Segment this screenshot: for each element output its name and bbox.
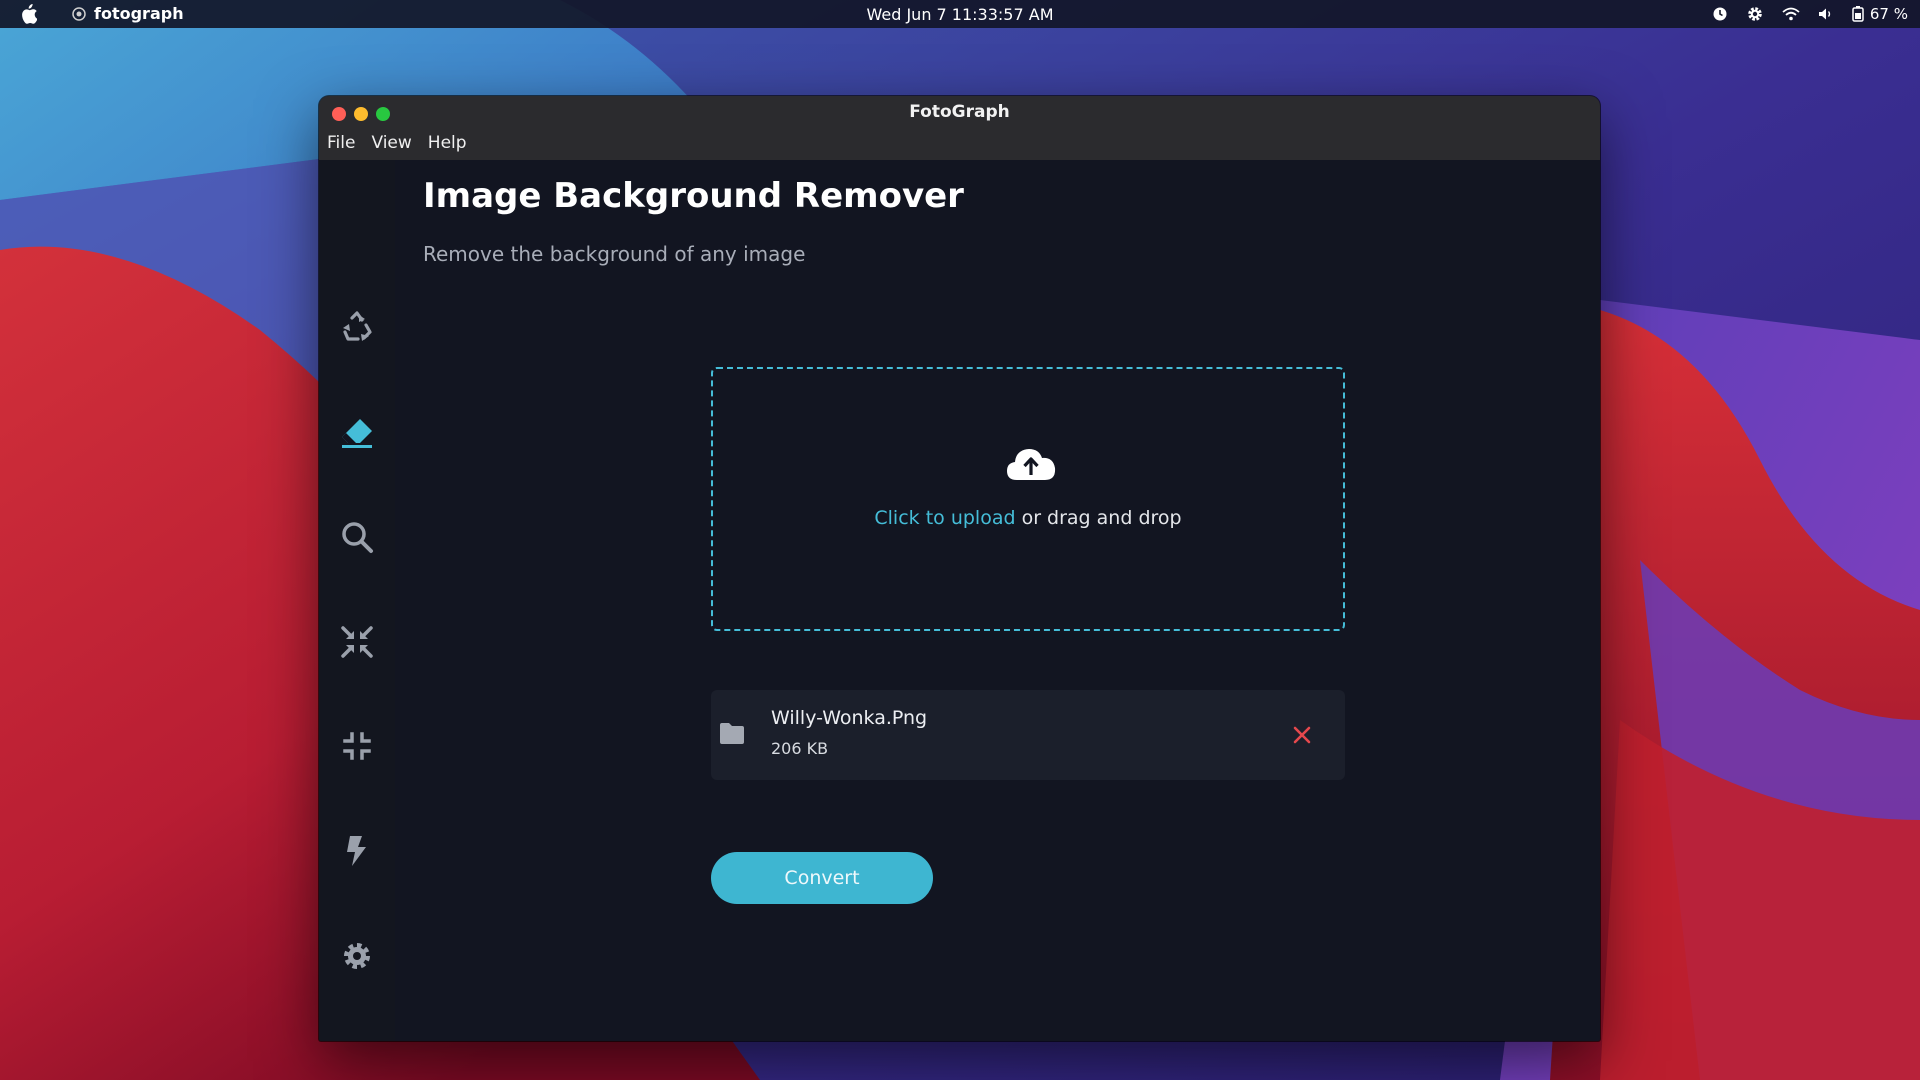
folder-icon (720, 723, 744, 744)
battery-percentage: 67 % (1869, 5, 1908, 23)
upload-instructions: Click to upload or drag and drop (713, 507, 1343, 529)
uploaded-file-card: Willy-Wonka.Png 206 KB (711, 690, 1345, 780)
wifi-icon[interactable] (1782, 7, 1800, 21)
sidebar-item-bolt[interactable] (337, 831, 377, 871)
system-menubar: fotograph Wed Jun 7 11:33:57 AM 67 % (0, 0, 1920, 28)
cloud-upload-icon (1007, 449, 1056, 480)
compress-icon (343, 732, 371, 760)
window-title: FotoGraph (909, 102, 1010, 122)
sidebar-item-eraser[interactable] (337, 412, 377, 452)
click-to-upload-link[interactable]: Click to upload (874, 507, 1015, 529)
sidebar-item-compress[interactable] (337, 726, 377, 766)
file-name: Willy-Wonka.Png (771, 707, 928, 729)
sidebar-item-compress-arrows[interactable] (337, 622, 377, 662)
compress-arrows-icon (341, 626, 373, 658)
remove-file-close-icon[interactable] (1291, 724, 1313, 746)
page-subtitle: Remove the background of any image (423, 242, 806, 266)
sidebar (319, 160, 395, 1041)
app-menu: File View Help (327, 133, 467, 153)
drag-drop-text: or drag and drop (1015, 507, 1182, 529)
menubar-clock[interactable]: Wed Jun 7 11:33:57 AM (0, 5, 1920, 24)
settings-status-icon[interactable] (1746, 5, 1764, 23)
recycle-icon (343, 311, 372, 341)
sidebar-item-settings[interactable] (337, 936, 377, 976)
sidebar-item-search[interactable] (337, 517, 377, 557)
upload-dropzone[interactable]: Click to upload or drag and drop (711, 367, 1345, 631)
menu-help[interactable]: Help (428, 133, 467, 153)
clock-status-icon[interactable] (1712, 6, 1728, 22)
menu-view[interactable]: View (371, 133, 411, 153)
search-icon (342, 522, 373, 553)
page-title: Image Background Remover (423, 176, 964, 216)
sidebar-item-recycle[interactable] (337, 307, 377, 347)
battery-icon[interactable] (1852, 6, 1864, 22)
apple-logo-icon[interactable] (19, 4, 37, 24)
file-size: 206 KB (771, 739, 829, 758)
fotograph-app-icon (72, 7, 86, 21)
menubar-app-name[interactable]: fotograph (94, 4, 184, 23)
app-window: FotoGraph File View Help Image Backgroun… (319, 96, 1600, 1041)
window-titlebar[interactable]: FotoGraph File View Help (319, 96, 1600, 160)
bolt-icon (347, 836, 366, 866)
convert-button[interactable]: Convert (711, 852, 933, 904)
menu-file[interactable]: File (327, 133, 355, 153)
volume-icon[interactable] (1818, 7, 1834, 21)
eraser-icon (342, 419, 372, 448)
gear-icon (344, 943, 370, 969)
